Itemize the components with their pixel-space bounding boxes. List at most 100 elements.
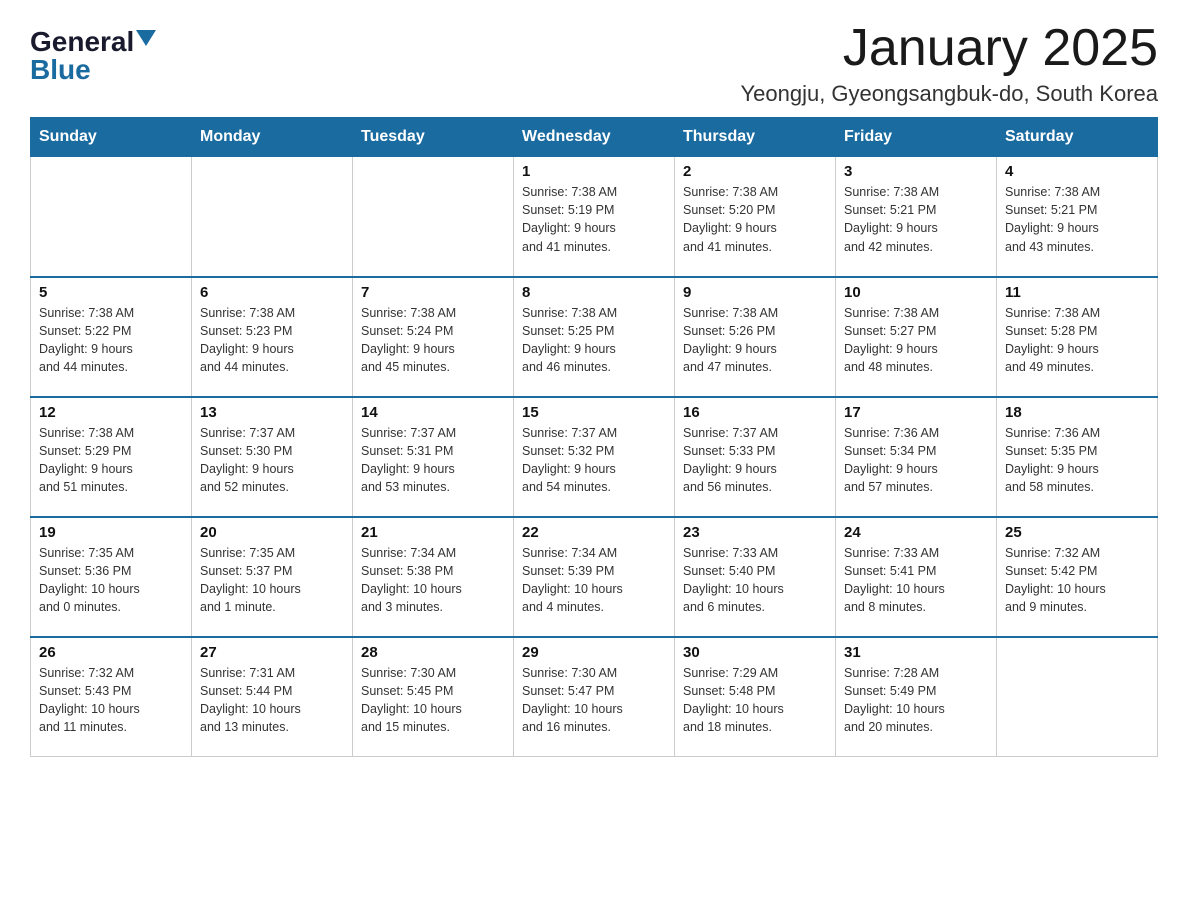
day-info: Sunrise: 7:31 AMSunset: 5:44 PMDaylight:… — [200, 664, 344, 737]
day-info: Sunrise: 7:37 AMSunset: 5:30 PMDaylight:… — [200, 424, 344, 497]
calendar-cell: 25 Sunrise: 7:32 AMSunset: 5:42 PMDayligh… — [997, 517, 1158, 637]
day-info: Sunrise: 7:38 AMSunset: 5:28 PMDaylight:… — [1005, 304, 1149, 377]
day-number: 11 — [1005, 284, 1149, 301]
calendar-cell: 2 Sunrise: 7:38 AMSunset: 5:20 PMDaylight… — [675, 157, 836, 277]
calendar-cell: 10 Sunrise: 7:38 AMSunset: 5:27 PMDayligh… — [836, 277, 997, 397]
day-info: Sunrise: 7:30 AMSunset: 5:45 PMDaylight:… — [361, 664, 505, 737]
day-number: 14 — [361, 404, 505, 421]
calendar-cell: 23Sunrise: 7:33 AMSunset: 5:40 PMDayligh… — [675, 517, 836, 637]
calendar-cell — [997, 637, 1158, 757]
calendar-cell: 18 Sunrise: 7:36 AMSunset: 5:35 PMDayligh… — [997, 397, 1158, 517]
day-number: 9 — [683, 284, 827, 301]
calendar-cell: 30 Sunrise: 7:29 AMSunset: 5:48 PMDayligh… — [675, 637, 836, 757]
day-number: 30 — [683, 644, 827, 661]
calendar-cell: 29 Sunrise: 7:30 AMSunset: 5:47 PMDayligh… — [514, 637, 675, 757]
day-number: 7 — [361, 284, 505, 301]
calendar-cell: 24Sunrise: 7:33 AMSunset: 5:41 PMDayligh… — [836, 517, 997, 637]
day-number: 27 — [200, 644, 344, 661]
day-info: Sunrise: 7:29 AMSunset: 5:48 PMDaylight:… — [683, 664, 827, 737]
day-number: 4 — [1005, 163, 1149, 180]
calendar-cell: 1 Sunrise: 7:38 AMSunset: 5:19 PMDaylight… — [514, 157, 675, 277]
weekday-header-sunday: Sunday — [31, 118, 192, 157]
day-number: 25 — [1005, 524, 1149, 541]
page-header: General Blue January 2025 Yeongju, Gyeon… — [30, 20, 1158, 107]
calendar-cell: 20Sunrise: 7:35 AMSunset: 5:37 PMDayligh… — [192, 517, 353, 637]
calendar-cell: 5 Sunrise: 7:38 AMSunset: 5:22 PMDaylight… — [31, 277, 192, 397]
calendar-cell: 15 Sunrise: 7:37 AMSunset: 5:32 PMDayligh… — [514, 397, 675, 517]
day-info: Sunrise: 7:38 AMSunset: 5:23 PMDaylight:… — [200, 304, 344, 377]
day-info: Sunrise: 7:37 AMSunset: 5:32 PMDaylight:… — [522, 424, 666, 497]
calendar-cell: 3 Sunrise: 7:38 AMSunset: 5:21 PMDaylight… — [836, 157, 997, 277]
day-info: Sunrise: 7:38 AMSunset: 5:25 PMDaylight:… — [522, 304, 666, 377]
calendar-cell: 17Sunrise: 7:36 AMSunset: 5:34 PMDayligh… — [836, 397, 997, 517]
weekday-header-row: SundayMondayTuesdayWednesdayThursdayFrid… — [31, 118, 1158, 157]
calendar-table: SundayMondayTuesdayWednesdayThursdayFrid… — [30, 117, 1158, 757]
day-number: 26 — [39, 644, 183, 661]
calendar-week-row: 5 Sunrise: 7:38 AMSunset: 5:22 PMDaylight… — [31, 277, 1158, 397]
logo-blue: Blue — [30, 56, 91, 84]
day-info: Sunrise: 7:32 AMSunset: 5:42 PMDaylight:… — [1005, 544, 1149, 617]
day-number: 15 — [522, 404, 666, 421]
day-info: Sunrise: 7:35 AMSunset: 5:36 PMDaylight:… — [39, 544, 183, 617]
calendar-cell: 11 Sunrise: 7:38 AMSunset: 5:28 PMDayligh… — [997, 277, 1158, 397]
weekday-header-saturday: Saturday — [997, 118, 1158, 157]
day-info: Sunrise: 7:36 AMSunset: 5:35 PMDaylight:… — [1005, 424, 1149, 497]
day-info: Sunrise: 7:38 AMSunset: 5:22 PMDaylight:… — [39, 304, 183, 377]
day-info: Sunrise: 7:35 AMSunset: 5:37 PMDaylight:… — [200, 544, 344, 617]
day-info: Sunrise: 7:32 AMSunset: 5:43 PMDaylight:… — [39, 664, 183, 737]
day-info: Sunrise: 7:34 AMSunset: 5:38 PMDaylight:… — [361, 544, 505, 617]
calendar-cell: 22Sunrise: 7:34 AMSunset: 5:39 PMDayligh… — [514, 517, 675, 637]
logo: General Blue — [30, 28, 156, 84]
day-number: 29 — [522, 644, 666, 661]
calendar-cell: 13 Sunrise: 7:37 AMSunset: 5:30 PMDayligh… — [192, 397, 353, 517]
day-info: Sunrise: 7:38 AMSunset: 5:20 PMDaylight:… — [683, 183, 827, 256]
calendar-cell — [192, 157, 353, 277]
day-number: 18 — [1005, 404, 1149, 421]
calendar-cell: 14 Sunrise: 7:37 AMSunset: 5:31 PMDayligh… — [353, 397, 514, 517]
calendar-week-row: 26 Sunrise: 7:32 AMSunset: 5:43 PMDayligh… — [31, 637, 1158, 757]
calendar-cell: 12Sunrise: 7:38 AMSunset: 5:29 PMDayligh… — [31, 397, 192, 517]
calendar-cell: 31Sunrise: 7:28 AMSunset: 5:49 PMDayligh… — [836, 637, 997, 757]
day-info: Sunrise: 7:38 AMSunset: 5:21 PMDaylight:… — [844, 183, 988, 256]
day-number: 24 — [844, 524, 988, 541]
day-info: Sunrise: 7:38 AMSunset: 5:24 PMDaylight:… — [361, 304, 505, 377]
day-number: 12 — [39, 404, 183, 421]
calendar-cell: 16 Sunrise: 7:37 AMSunset: 5:33 PMDayligh… — [675, 397, 836, 517]
calendar-subtitle: Yeongju, Gyeongsangbuk-do, South Korea — [740, 81, 1158, 107]
day-info: Sunrise: 7:33 AMSunset: 5:40 PMDaylight:… — [683, 544, 827, 617]
day-number: 8 — [522, 284, 666, 301]
day-info: Sunrise: 7:30 AMSunset: 5:47 PMDaylight:… — [522, 664, 666, 737]
calendar-week-row: 19 Sunrise: 7:35 AMSunset: 5:36 PMDayligh… — [31, 517, 1158, 637]
calendar-cell: 21 Sunrise: 7:34 AMSunset: 5:38 PMDayligh… — [353, 517, 514, 637]
day-info: Sunrise: 7:37 AMSunset: 5:31 PMDaylight:… — [361, 424, 505, 497]
day-number: 1 — [522, 163, 666, 180]
calendar-cell: 9Sunrise: 7:38 AMSunset: 5:26 PMDaylight… — [675, 277, 836, 397]
day-number: 3 — [844, 163, 988, 180]
calendar-cell: 26 Sunrise: 7:32 AMSunset: 5:43 PMDayligh… — [31, 637, 192, 757]
day-number: 19 — [39, 524, 183, 541]
day-number: 2 — [683, 163, 827, 180]
weekday-header-wednesday: Wednesday — [514, 118, 675, 157]
calendar-cell: 27 Sunrise: 7:31 AMSunset: 5:44 PMDayligh… — [192, 637, 353, 757]
day-info: Sunrise: 7:38 AMSunset: 5:27 PMDaylight:… — [844, 304, 988, 377]
calendar-week-row: 1 Sunrise: 7:38 AMSunset: 5:19 PMDaylight… — [31, 157, 1158, 277]
weekday-header-thursday: Thursday — [675, 118, 836, 157]
day-info: Sunrise: 7:28 AMSunset: 5:49 PMDaylight:… — [844, 664, 988, 737]
day-number: 10 — [844, 284, 988, 301]
calendar-cell: 7 Sunrise: 7:38 AMSunset: 5:24 PMDaylight… — [353, 277, 514, 397]
day-info: Sunrise: 7:38 AMSunset: 5:19 PMDaylight:… — [522, 183, 666, 256]
calendar-cell: 19 Sunrise: 7:35 AMSunset: 5:36 PMDayligh… — [31, 517, 192, 637]
weekday-header-tuesday: Tuesday — [353, 118, 514, 157]
day-info: Sunrise: 7:37 AMSunset: 5:33 PMDaylight:… — [683, 424, 827, 497]
weekday-header-monday: Monday — [192, 118, 353, 157]
title-area: January 2025 Yeongju, Gyeongsangbuk-do, … — [740, 20, 1158, 107]
day-number: 21 — [361, 524, 505, 541]
day-number: 22 — [522, 524, 666, 541]
day-number: 5 — [39, 284, 183, 301]
day-number: 28 — [361, 644, 505, 661]
day-number: 13 — [200, 404, 344, 421]
day-info: Sunrise: 7:36 AMSunset: 5:34 PMDaylight:… — [844, 424, 988, 497]
calendar-cell — [31, 157, 192, 277]
day-number: 16 — [683, 404, 827, 421]
calendar-title: January 2025 — [740, 20, 1158, 77]
